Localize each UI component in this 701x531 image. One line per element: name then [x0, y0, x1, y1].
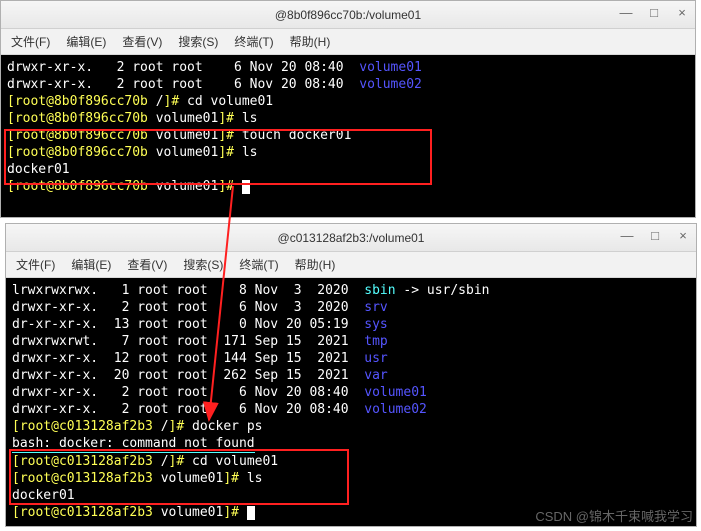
dir-volume02: volume02 — [359, 77, 422, 92]
dir-tmp: tmp — [364, 334, 387, 349]
menu-terminal[interactable]: 终端(T) — [239, 256, 278, 273]
dir-volume01: volume01 — [359, 60, 422, 75]
titlebar-2: @c013128af2b3:/volume01 — □ × — [6, 224, 696, 252]
menu-search[interactable]: 搜索(S) — [183, 256, 223, 273]
prompt-line: [root@c013128af2b3 /]# docker ps — [12, 418, 690, 435]
terminal-body-2[interactable]: lrwxrwxrwx. 1 root root 8 Nov 3 2020 sbi… — [6, 278, 696, 526]
prompt-line: [root@8b0f896cc70b volume01]# — [7, 178, 689, 195]
close-icon[interactable]: × — [674, 228, 692, 243]
menu-help[interactable]: 帮助(H) — [290, 33, 331, 50]
ls-row: lrwxrwxrwx. 1 root root 8 Nov 3 2020 sbi… — [12, 282, 690, 299]
ls-row: drwxr-xr-x. 2 root root 6 Nov 20 08:40 v… — [12, 384, 690, 401]
maximize-icon[interactable]: □ — [645, 5, 663, 20]
window-controls-2: — □ × — [618, 228, 692, 243]
window-title-2: @c013128af2b3:/volume01 — [278, 231, 425, 245]
minimize-icon[interactable]: — — [618, 228, 636, 243]
dir-srv: srv — [364, 300, 387, 315]
dir-volume02: volume02 — [364, 402, 427, 417]
menu-file[interactable]: 文件(F) — [11, 33, 50, 50]
terminal-window-2: @c013128af2b3:/volume01 — □ × 文件(F) 编辑(E… — [5, 223, 697, 527]
dir-sys: sys — [364, 317, 387, 332]
ls-row: drwxr-xr-x. 20 root root 262 Sep 15 2021… — [12, 367, 690, 384]
close-icon[interactable]: × — [673, 5, 691, 20]
menu-edit[interactable]: 编辑(E) — [71, 256, 111, 273]
menu-terminal[interactable]: 终端(T) — [234, 33, 273, 50]
menu-view[interactable]: 查看(V) — [122, 33, 162, 50]
minimize-icon[interactable]: — — [617, 5, 635, 20]
prompt-line: [root@8b0f896cc70b /]# cd volume01 — [7, 93, 689, 110]
maximize-icon[interactable]: □ — [646, 228, 664, 243]
terminal-body-1[interactable]: drwxr-xr-x. 2 root root 6 Nov 20 08:40 v… — [1, 55, 695, 217]
ls-row: dr-xr-xr-x. 13 root root 0 Nov 20 05:19 … — [12, 316, 690, 333]
menu-view[interactable]: 查看(V) — [127, 256, 167, 273]
window-controls-1: — □ × — [617, 5, 691, 20]
error-line: bash: docker: command not found — [12, 435, 690, 453]
window-title-1: @8b0f896cc70b:/volume01 — [275, 8, 421, 22]
titlebar-1: @8b0f896cc70b:/volume01 — □ × — [1, 1, 695, 29]
prompt-line: [root@8b0f896cc70b volume01]# ls — [7, 110, 689, 127]
cursor-icon — [242, 180, 250, 194]
prompt-line: [root@c013128af2b3 /]# cd volume01 — [12, 453, 690, 470]
ls-row: drwxr-xr-x. 2 root root 6 Nov 20 08:40 v… — [7, 59, 689, 76]
prompt-line: [root@8b0f896cc70b volume01]# touch dock… — [7, 127, 689, 144]
ls-row: drwxr-xr-x. 2 root root 6 Nov 20 08:40 v… — [12, 401, 690, 418]
watermark-text: CSDN @锦木千束喊我学习 — [535, 506, 693, 525]
menu-edit[interactable]: 编辑(E) — [66, 33, 106, 50]
ls-row: drwxrwxrwt. 7 root root 171 Sep 15 2021 … — [12, 333, 690, 350]
dir-usr: usr — [364, 351, 387, 366]
menubar-1: 文件(F) 编辑(E) 查看(V) 搜索(S) 终端(T) 帮助(H) — [1, 29, 695, 55]
dir-volume01: volume01 — [364, 385, 427, 400]
cursor-icon — [247, 506, 255, 520]
prompt-line: [root@8b0f896cc70b volume01]# ls — [7, 144, 689, 161]
ls-row: drwxr-xr-x. 2 root root 6 Nov 3 2020 srv — [12, 299, 690, 316]
ls-row: drwxr-xr-x. 12 root root 144 Sep 15 2021… — [12, 350, 690, 367]
terminal-window-1: @8b0f896cc70b:/volume01 — □ × 文件(F) 编辑(E… — [0, 0, 696, 218]
ls-row: drwxr-xr-x. 2 root root 6 Nov 20 08:40 v… — [7, 76, 689, 93]
menubar-2: 文件(F) 编辑(E) 查看(V) 搜索(S) 终端(T) 帮助(H) — [6, 252, 696, 278]
link-sbin: sbin — [364, 283, 395, 298]
prompt-line: [root@c013128af2b3 volume01]# ls — [12, 470, 690, 487]
menu-search[interactable]: 搜索(S) — [178, 33, 218, 50]
output-line: docker01 — [12, 487, 690, 504]
output-line: docker01 — [7, 161, 689, 178]
dir-var: var — [364, 368, 387, 383]
menu-help[interactable]: 帮助(H) — [295, 256, 336, 273]
menu-file[interactable]: 文件(F) — [16, 256, 55, 273]
